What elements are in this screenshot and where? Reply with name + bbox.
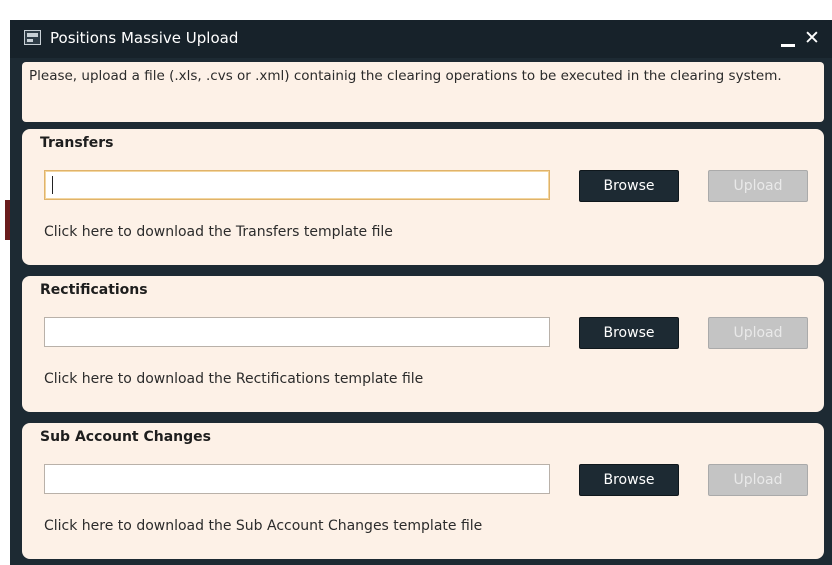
transfers-section: Transfers Browse Upload Click here to do… bbox=[22, 129, 824, 265]
upload-dialog: Positions Massive Upload ✕ Please, uploa… bbox=[10, 20, 832, 565]
title-bar[interactable]: Positions Massive Upload ✕ bbox=[10, 20, 832, 58]
sub-account-changes-upload-button[interactable]: Upload bbox=[708, 464, 808, 496]
rectifications-template-download-link[interactable]: Click here to download the Rectification… bbox=[44, 371, 423, 387]
rectifications-file-input[interactable] bbox=[44, 317, 550, 347]
section-title-transfers: Transfers bbox=[40, 135, 114, 151]
sub-account-changes-template-download-link[interactable]: Click here to download the Sub Account C… bbox=[44, 518, 482, 534]
rectifications-browse-button[interactable]: Browse bbox=[579, 317, 679, 349]
instructions-panel: Please, upload a file (.xls, .cvs or .xm… bbox=[22, 62, 824, 122]
rectifications-section: Rectifications Browse Upload Click here … bbox=[22, 276, 824, 412]
minimize-icon[interactable] bbox=[780, 34, 796, 48]
sub-account-changes-file-input[interactable] bbox=[44, 464, 550, 494]
sub-account-changes-browse-button[interactable]: Browse bbox=[579, 464, 679, 496]
sub-account-changes-section: Sub Account Changes Browse Upload Click … bbox=[22, 423, 824, 559]
window-app-icon bbox=[24, 30, 41, 45]
instructions-text: Please, upload a file (.xls, .cvs or .xm… bbox=[29, 68, 782, 84]
transfers-file-input[interactable] bbox=[44, 170, 550, 200]
section-title-sub-account-changes: Sub Account Changes bbox=[40, 429, 212, 445]
section-title-rectifications: Rectifications bbox=[40, 282, 148, 298]
window-title: Positions Massive Upload bbox=[50, 29, 239, 47]
rectifications-upload-button[interactable]: Upload bbox=[708, 317, 808, 349]
text-caret bbox=[52, 176, 53, 194]
transfers-upload-button[interactable]: Upload bbox=[708, 170, 808, 202]
close-icon[interactable]: ✕ bbox=[804, 28, 822, 48]
transfers-browse-button[interactable]: Browse bbox=[579, 170, 679, 202]
transfers-template-download-link[interactable]: Click here to download the Transfers tem… bbox=[44, 224, 393, 240]
